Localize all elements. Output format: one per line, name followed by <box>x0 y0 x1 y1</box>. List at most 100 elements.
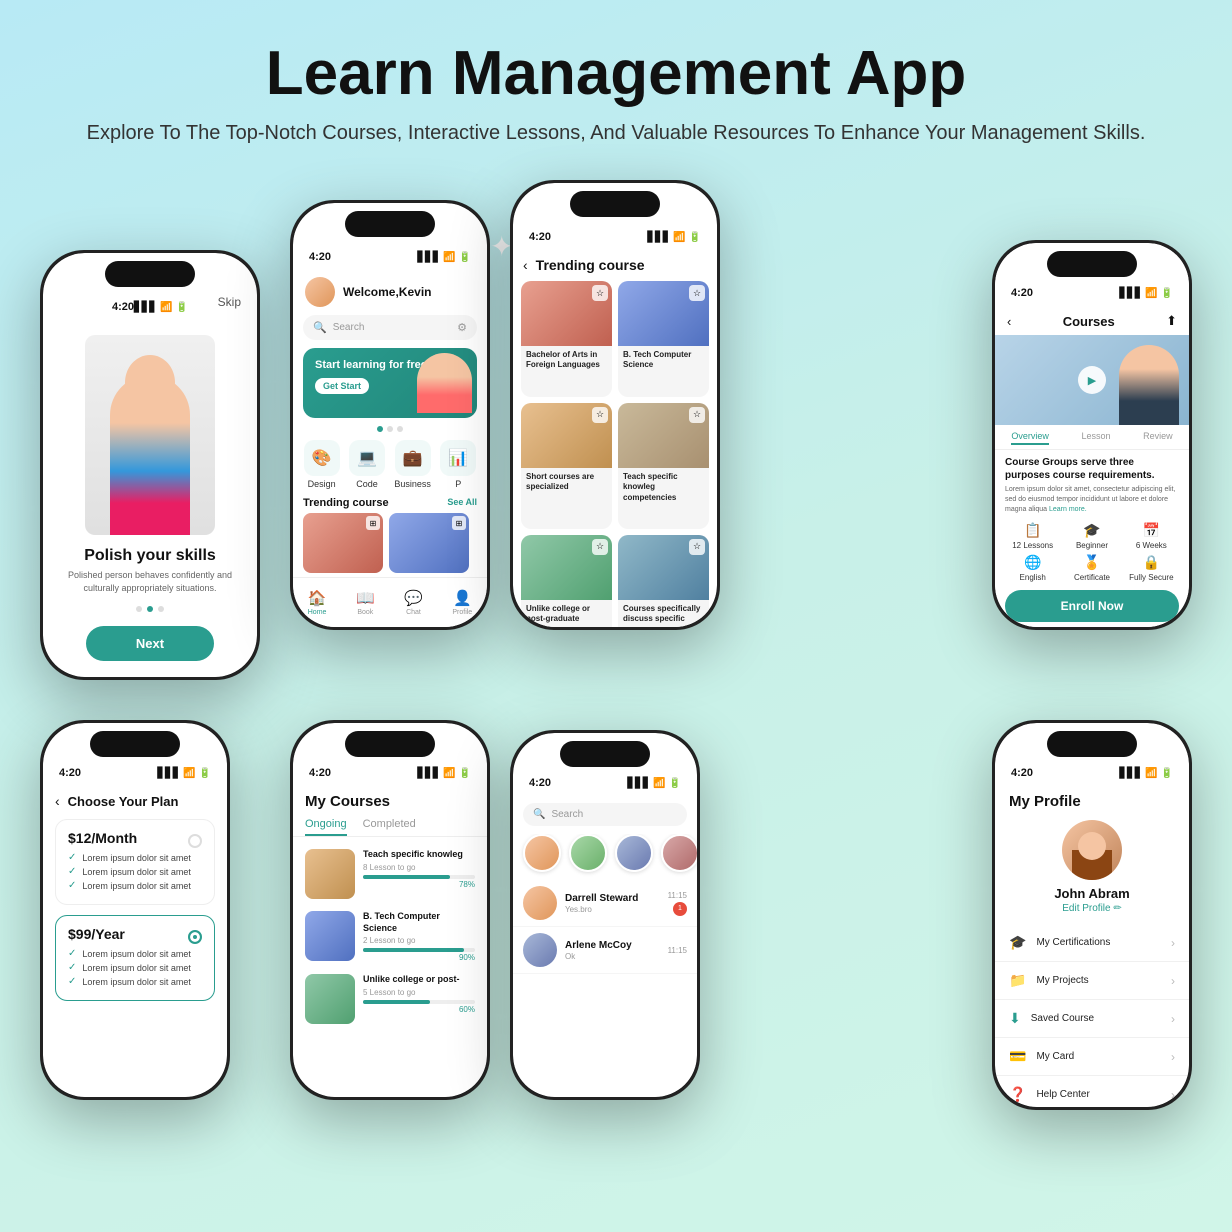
bookmark-icon[interactable]: ☆ <box>592 407 608 423</box>
course-card-5[interactable]: ☆ Unlike college or post-graduate studie… <box>521 535 612 627</box>
edit-profile-link[interactable]: Edit Profile ✏ <box>1062 903 1122 914</box>
plan-radio-selected[interactable] <box>188 930 202 944</box>
nav-label: Home <box>308 609 327 616</box>
plan-feature: ✓Lorem ipsum dolor sit amet <box>68 962 202 973</box>
course-item-3[interactable]: Unlike college or post- 5 Lesson to go 6… <box>293 968 487 1030</box>
skip-button[interactable]: Skip <box>218 295 241 309</box>
plan-price: $99/Year <box>68 926 125 942</box>
trending-header: ‹ Trending course <box>513 255 717 281</box>
plan-monthly[interactable]: $12/Month ✓Lorem ipsum dolor sit amet ✓L… <box>55 819 215 905</box>
course-title: Courses specifically discuss specific <box>623 604 704 625</box>
bookmark-icon[interactable]: ☆ <box>689 407 705 423</box>
chat-name: Arlene McCoy <box>565 940 660 951</box>
course-card-2[interactable]: ☆ B. Tech Computer Science <box>618 281 709 397</box>
contact-avatar-2[interactable] <box>569 834 607 872</box>
onboarding-desc: Polished person behaves confidently and … <box>43 565 257 598</box>
course-item-1[interactable]: Teach specific knowleg 8 Lesson to go 78… <box>293 843 487 905</box>
course-card-4[interactable]: ☆ Teach specific knowleg competencies <box>618 403 709 529</box>
chat-item-1[interactable]: Darrell Steward Yes.bro 11:15 1 <box>513 880 697 927</box>
bookmark-icon[interactable]: ☆ <box>689 539 705 555</box>
contact-avatar-4[interactable] <box>661 834 697 872</box>
see-all-link[interactable]: See All <box>447 497 477 509</box>
dot-2 <box>387 426 393 432</box>
category-code[interactable]: 💻 Code <box>349 440 385 489</box>
plan-radio[interactable] <box>188 834 202 848</box>
contact-avatar-3[interactable] <box>615 834 653 872</box>
stat-label: English <box>1020 573 1046 582</box>
course-card-6[interactable]: ☆ Courses specifically discuss specific <box>618 535 709 627</box>
back-button[interactable]: ‹ <box>1007 314 1011 329</box>
tab-ongoing[interactable]: Ongoing <box>305 818 347 836</box>
plan-yearly[interactable]: $99/Year ✓Lorem ipsum dolor sit amet ✓Lo… <box>55 915 215 1001</box>
bookmark-icon[interactable]: ☆ <box>592 285 608 301</box>
status-bar: 4:20 ▋▋▋ 📶 🔋 <box>995 755 1189 791</box>
bookmark-icon[interactable]: ☆ <box>592 539 608 555</box>
menu-projects[interactable]: 📁 My Projects › <box>995 962 1189 1000</box>
course-title: B. Tech Computer Science <box>363 911 475 934</box>
tab-review[interactable]: Review <box>1143 431 1173 445</box>
chat-search[interactable]: 🔍 Search <box>523 803 687 826</box>
progress-percent: 90% <box>363 953 475 962</box>
back-button[interactable]: ‹ <box>523 257 528 273</box>
status-icons: ▋▋▋ 📶 🔋 <box>157 768 211 779</box>
progress-fill <box>363 948 464 952</box>
plan-feature: ✓Lorem ipsum dolor sit amet <box>68 880 202 891</box>
course-card-3[interactable]: ☆ Short courses are specialized <box>521 403 612 529</box>
share-button[interactable]: ⬆ <box>1166 313 1177 329</box>
category-label: P <box>455 479 461 489</box>
chat-name: Darrell Steward <box>565 893 660 904</box>
status-bar: 4:20 ▋▋▋ 📶 🔋 <box>513 765 697 801</box>
category-more[interactable]: 📊 P <box>440 440 476 489</box>
enroll-button[interactable]: Enroll Now <box>1005 590 1179 622</box>
tab-overview[interactable]: Overview <box>1011 431 1049 445</box>
chat-time: 11:15 <box>668 891 687 900</box>
lessons-remaining: 2 Lesson to go <box>363 936 475 945</box>
search-bar[interactable]: 🔍 Search ⚙ <box>303 315 477 340</box>
tab-completed[interactable]: Completed <box>363 818 416 836</box>
contact-avatar-1[interactable] <box>523 834 561 872</box>
back-button[interactable]: ‹ <box>55 793 60 809</box>
category-business[interactable]: 💼 Business <box>394 440 431 489</box>
nav-home[interactable]: 🏠 Home <box>308 589 327 616</box>
search-placeholder: Search <box>333 322 365 333</box>
learn-more-link[interactable]: Learn more. <box>1049 506 1087 513</box>
course-desc-text: Lorem ipsum dolor sit amet, consectetur … <box>1005 485 1179 514</box>
menu-card[interactable]: 💳 My Card › <box>995 1038 1189 1076</box>
card-icon: 💳 <box>1009 1048 1026 1065</box>
promo-banner[interactable]: Start learning for free Get Start <box>303 348 477 418</box>
dot-1 <box>377 426 383 432</box>
menu-saved[interactable]: ⬇ Saved Course › <box>995 1000 1189 1038</box>
course-thumbnail: ☆ <box>618 535 709 600</box>
bookmark-icon[interactable]: ☆ <box>689 285 705 301</box>
nav-chat[interactable]: 💬 Chat <box>404 589 423 616</box>
chat-item-2[interactable]: Arlene McCoy Ok 11:15 <box>513 927 697 974</box>
home-header: Welcome,Kevin <box>293 275 487 315</box>
course-card-1[interactable]: ☆ Bachelor of Arts in Foreign Languages <box>521 281 612 397</box>
course-detail-header: ‹ Courses ⬆ <box>995 311 1189 335</box>
get-start-button[interactable]: Get Start <box>315 378 369 394</box>
nav-label: Book <box>357 609 373 616</box>
plan-feature: ✓Lorem ipsum dolor sit amet <box>68 866 202 877</box>
nav-profile[interactable]: 👤 Profile <box>452 589 472 616</box>
category-label: Design <box>308 479 336 489</box>
category-design[interactable]: 🎨 Design <box>304 440 340 489</box>
next-button[interactable]: Next <box>86 626 214 661</box>
course-tabs: Overview Lesson Review <box>995 425 1189 450</box>
lessons-icon: 📋 <box>1024 522 1041 539</box>
menu-certifications[interactable]: 🎓 My Certifications › <box>995 924 1189 962</box>
user-avatar <box>305 277 335 307</box>
stat-label: 6 Weeks <box>1136 541 1167 550</box>
search-icon: 🔍 <box>313 321 327 334</box>
notch <box>560 741 650 767</box>
plan-header: ‹ Choose Your Plan <box>43 791 227 819</box>
dot-3 <box>158 606 164 612</box>
course-item-2[interactable]: B. Tech Computer Science 2 Lesson to go … <box>293 905 487 968</box>
nav-book[interactable]: 📖 Book <box>356 589 375 616</box>
chevron-right-icon: › <box>1171 1012 1175 1026</box>
course-grid: ☆ Bachelor of Arts in Foreign Languages … <box>513 281 717 627</box>
course-title: Short courses are specialized <box>526 472 607 493</box>
progress-bar <box>363 875 475 879</box>
tab-lesson[interactable]: Lesson <box>1081 431 1110 445</box>
banner-illustration <box>417 353 472 413</box>
menu-help[interactable]: ❓ Help Center › <box>995 1076 1189 1107</box>
